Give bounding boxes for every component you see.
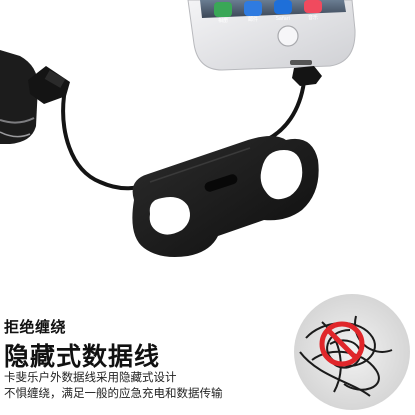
caption-description: 卡斐乐户外数据线采用隐藏式设计 不惧缠绕，满足一般的应急充电和数据传输 <box>4 369 223 401</box>
caption-tag: 拒绝缠绕 <box>4 318 67 336</box>
app-icon <box>244 1 262 16</box>
app-label: 音乐 <box>308 14 318 21</box>
caption-description-line: 卡斐乐户外数据线采用隐藏式设计 <box>4 370 177 384</box>
caption-description-line: 不惧缠绕，满足一般的应急充电和数据传输 <box>4 386 223 400</box>
app-icon <box>274 0 292 14</box>
tangle-inset <box>294 294 410 410</box>
app-label: 邮件 <box>248 16 258 23</box>
app-icon <box>214 2 232 17</box>
usb-device <box>0 50 38 144</box>
app-label: Safari <box>276 16 291 22</box>
smartphone: 相册 邮件 Safari 音乐 <box>187 0 356 71</box>
home-button <box>277 25 299 47</box>
bottle-opener <box>132 136 319 257</box>
usb-cable <box>61 94 152 191</box>
caption-headline: 隐藏式数据线 <box>4 342 161 371</box>
lightning-plug <box>292 66 322 86</box>
app-icon <box>304 0 322 13</box>
app-label: 相册 <box>218 17 228 24</box>
lightning-port <box>290 60 312 65</box>
charging-cable <box>260 80 306 144</box>
